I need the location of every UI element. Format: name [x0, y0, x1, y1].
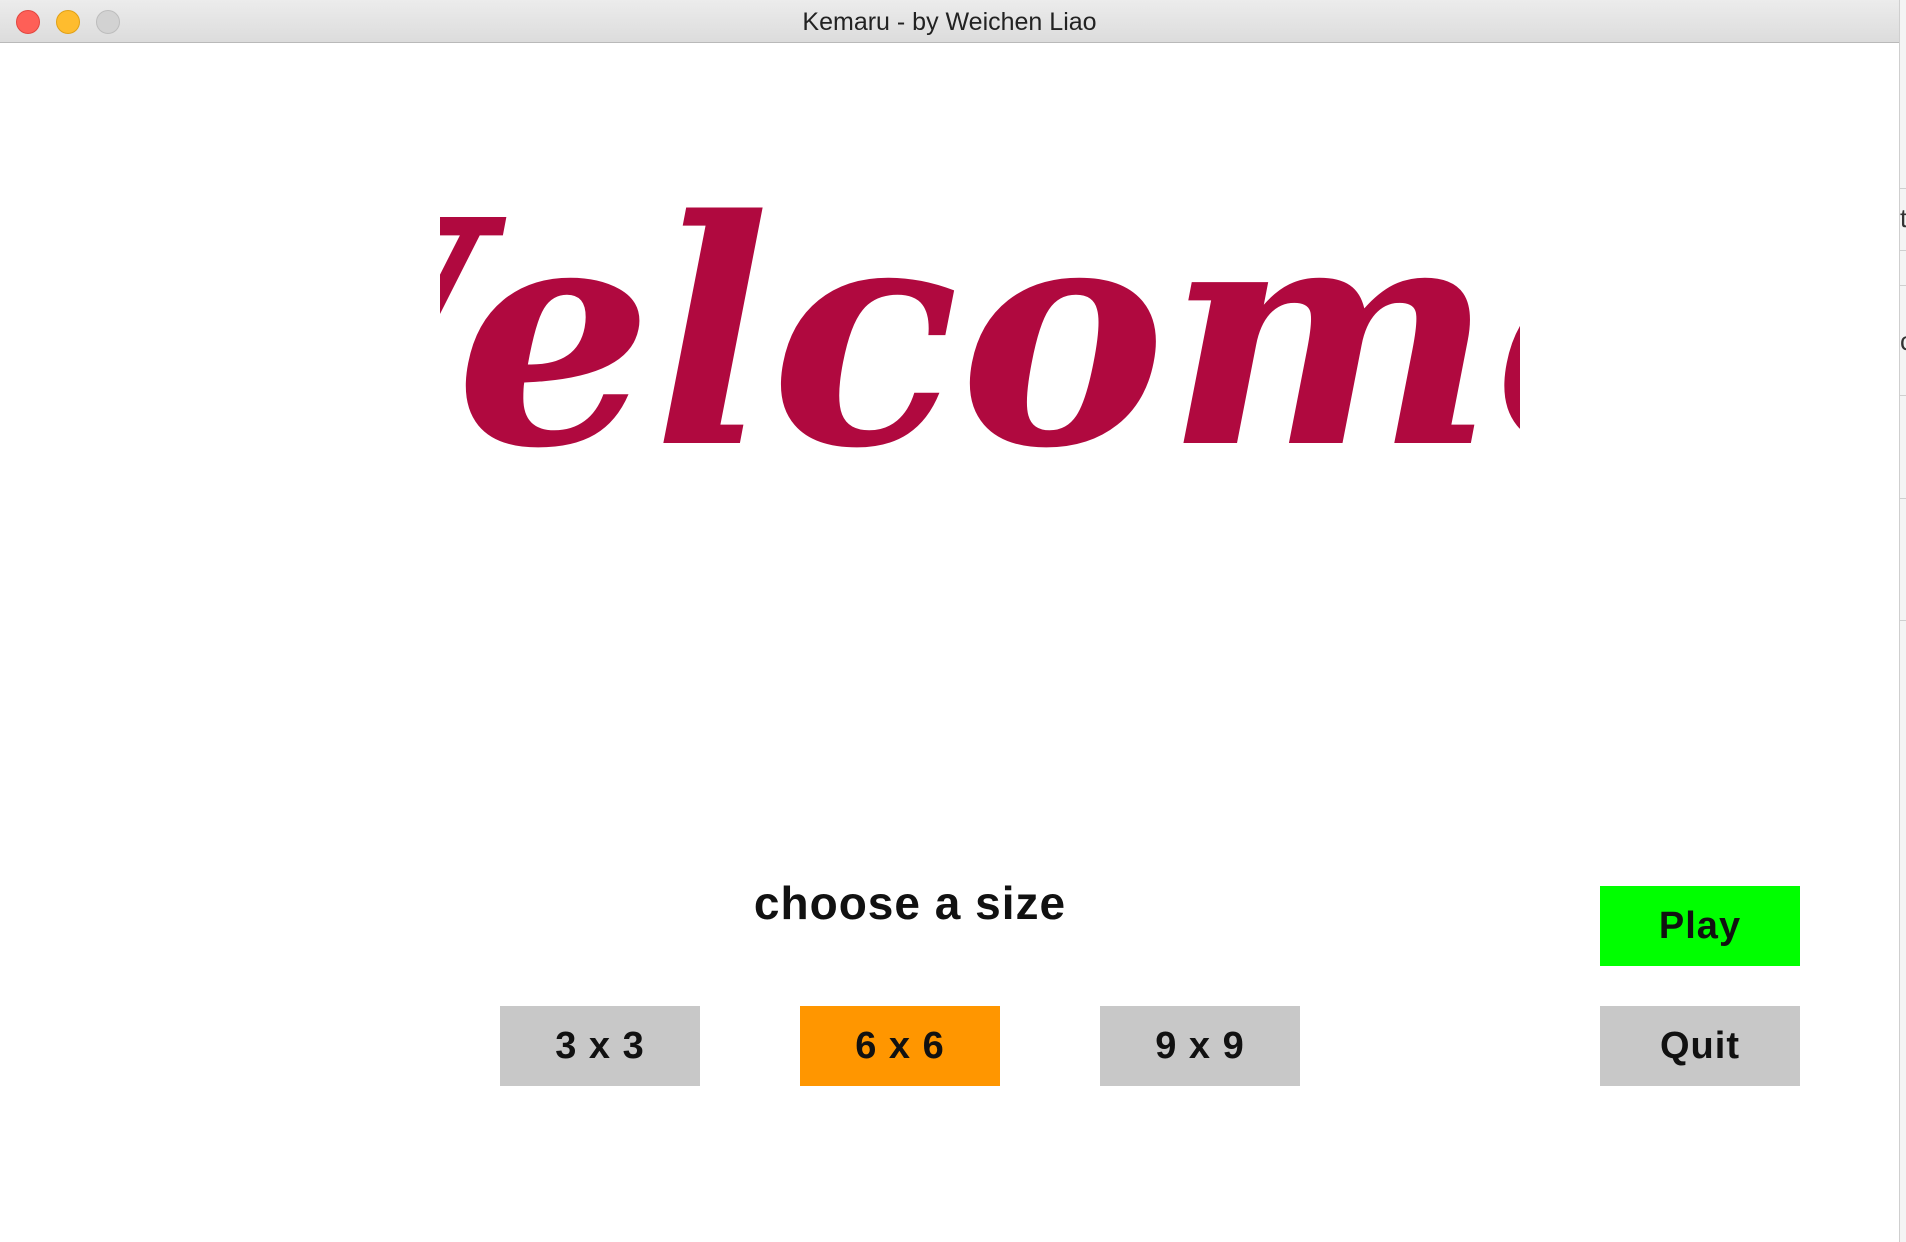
quit-button[interactable]: Quit [1600, 1006, 1800, 1086]
background-text: c [1900, 328, 1906, 354]
size-3x3-button[interactable]: 3 x 3 [500, 1006, 700, 1086]
app-window: Kemaru - by Weichen Liao Welcome! choose… [0, 0, 1900, 1242]
background-divider [1900, 285, 1906, 286]
background-window-edge: t c [1900, 0, 1906, 1242]
welcome-title: Welcome! [440, 153, 1520, 517]
size-9x9-button[interactable]: 9 x 9 [1100, 1006, 1300, 1086]
background-divider [1900, 188, 1906, 189]
window-title: Kemaru - by Weichen Liao [802, 8, 1097, 36]
play-button[interactable]: Play [1600, 886, 1800, 966]
background-divider [1900, 498, 1906, 499]
welcome-screen: Welcome! choose a size 3 x 3 6 x 6 9 x 9… [0, 43, 1900, 1242]
title-bar[interactable]: Kemaru - by Weichen Liao [0, 0, 1899, 43]
background-text: t [1900, 203, 1906, 233]
choose-size-label: choose a size [753, 877, 1067, 929]
size-6x6-button[interactable]: 6 x 6 [800, 1006, 1000, 1086]
background-divider [1900, 620, 1906, 621]
background-divider [1900, 250, 1906, 251]
background-divider [1900, 395, 1906, 396]
welcome-text: Welcome! [440, 153, 1520, 517]
